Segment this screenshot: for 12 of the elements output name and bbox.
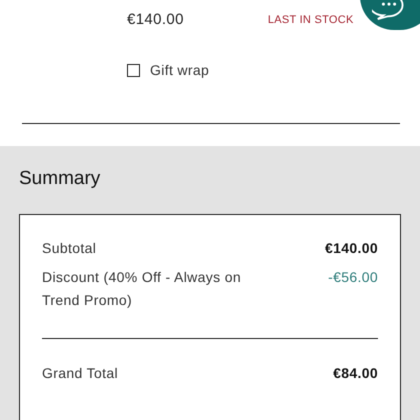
grand-total-value: €84.00 bbox=[333, 364, 378, 383]
summary-title: Summary bbox=[19, 168, 102, 190]
chat-bubble-icon bbox=[372, 0, 406, 20]
summary-value: €140.00 bbox=[324, 239, 378, 258]
summary-label: Subtotal bbox=[42, 239, 98, 258]
gift-wrap-checkbox[interactable] bbox=[127, 64, 140, 76]
summary-value: -€56.00 bbox=[328, 268, 378, 287]
stock-status: LAST IN STOCK bbox=[268, 13, 354, 28]
gift-wrap-label: Gift wrap bbox=[150, 60, 210, 80]
grand-total-label: Grand Total bbox=[42, 364, 118, 383]
product-price: €140.00 bbox=[127, 10, 184, 30]
summary-label: Discount (40% Off - Always on Trend Promo) bbox=[42, 268, 242, 310]
